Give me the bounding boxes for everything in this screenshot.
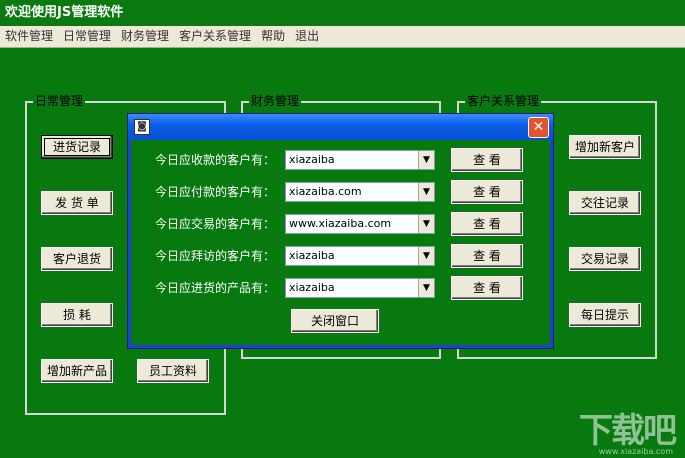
trade-combo[interactable]: www.xiazaiba.com ▼: [285, 214, 435, 234]
chevron-down-icon[interactable]: ▼: [418, 183, 434, 201]
dialog-body: 今日应收款的客户有： xiazaiba ▼ 查 看 今日应付款的客户有： xia…: [131, 140, 550, 345]
view-receivable-button[interactable]: 查 看: [451, 148, 523, 172]
watermark-logo: 下载吧: [579, 411, 677, 451]
menu-bar: 软件管理 日常管理 财务管理 客户关系管理 帮助 退出: [0, 26, 685, 48]
combo-value: www.xiazaiba.com: [289, 217, 392, 230]
row-label-receivable: 今日应收款的客户有：: [155, 153, 276, 167]
stock-record-button[interactable]: 进货记录: [41, 135, 113, 159]
row-label-payable: 今日应付款的客户有：: [155, 185, 276, 199]
menu-software[interactable]: 软件管理: [0, 26, 58, 47]
customer-return-button[interactable]: 客户退货: [41, 247, 113, 271]
combo-value: xiazaiba: [289, 281, 335, 294]
restock-combo[interactable]: xiazaiba ▼: [285, 278, 435, 298]
chevron-down-icon[interactable]: ▼: [418, 151, 434, 169]
close-icon[interactable]: ✕: [528, 117, 549, 138]
dialog-titlebar[interactable]: ◙ ✕: [128, 114, 553, 140]
menu-finance[interactable]: 财务管理: [116, 26, 174, 47]
combo-value: xiazaiba: [289, 153, 335, 166]
app-icon: ◙: [134, 119, 150, 135]
reminder-dialog: ◙ ✕ 今日应收款的客户有： xiazaiba ▼ 查 看 今日应付款的客户有：…: [127, 113, 554, 349]
combo-value: xiazaiba.com: [289, 185, 362, 198]
group-crm-title: 客户关系管理: [465, 94, 542, 108]
window-title: 欢迎使用JS管理软件: [0, 0, 685, 26]
view-payable-button[interactable]: 查 看: [451, 180, 523, 204]
chevron-down-icon[interactable]: ▼: [418, 247, 434, 265]
row-label-restock: 今日应进货的产品有：: [155, 281, 276, 295]
menu-crm[interactable]: 客户关系管理: [174, 26, 256, 47]
add-product-button[interactable]: 增加新产品: [41, 359, 113, 383]
combo-value: xiazaiba: [289, 249, 335, 262]
menu-daily[interactable]: 日常管理: [58, 26, 116, 47]
contact-record-button[interactable]: 交往记录: [569, 191, 641, 215]
group-finance-title: 财务管理: [249, 94, 302, 108]
menu-help[interactable]: 帮助: [256, 26, 290, 47]
group-daily-title: 日常管理: [33, 94, 86, 108]
chevron-down-icon[interactable]: ▼: [418, 215, 434, 233]
visit-combo[interactable]: xiazaiba ▼: [285, 246, 435, 266]
menu-exit[interactable]: 退出: [290, 26, 324, 47]
view-restock-button[interactable]: 查 看: [451, 276, 523, 300]
delivery-note-button[interactable]: 发 货 单: [41, 191, 113, 215]
add-customer-button[interactable]: 增加新客户: [569, 135, 641, 159]
staff-info-button[interactable]: 员工资料: [137, 359, 209, 383]
watermark-url: www.xiazaiba.com: [598, 447, 673, 456]
receivable-combo[interactable]: xiazaiba ▼: [285, 150, 435, 170]
loss-button[interactable]: 损 耗: [41, 303, 113, 327]
daily-reminder-button[interactable]: 每日提示: [569, 303, 641, 327]
payable-combo[interactable]: xiazaiba.com ▼: [285, 182, 435, 202]
transaction-record-button[interactable]: 交易记录: [569, 247, 641, 271]
view-visit-button[interactable]: 查 看: [451, 244, 523, 268]
close-window-button[interactable]: 关闭窗口: [291, 309, 379, 333]
view-trade-button[interactable]: 查 看: [451, 212, 523, 236]
row-label-visit: 今日应拜访的客户有：: [155, 249, 276, 263]
row-label-trade: 今日应交易的客户有：: [155, 217, 276, 231]
chevron-down-icon[interactable]: ▼: [418, 279, 434, 297]
